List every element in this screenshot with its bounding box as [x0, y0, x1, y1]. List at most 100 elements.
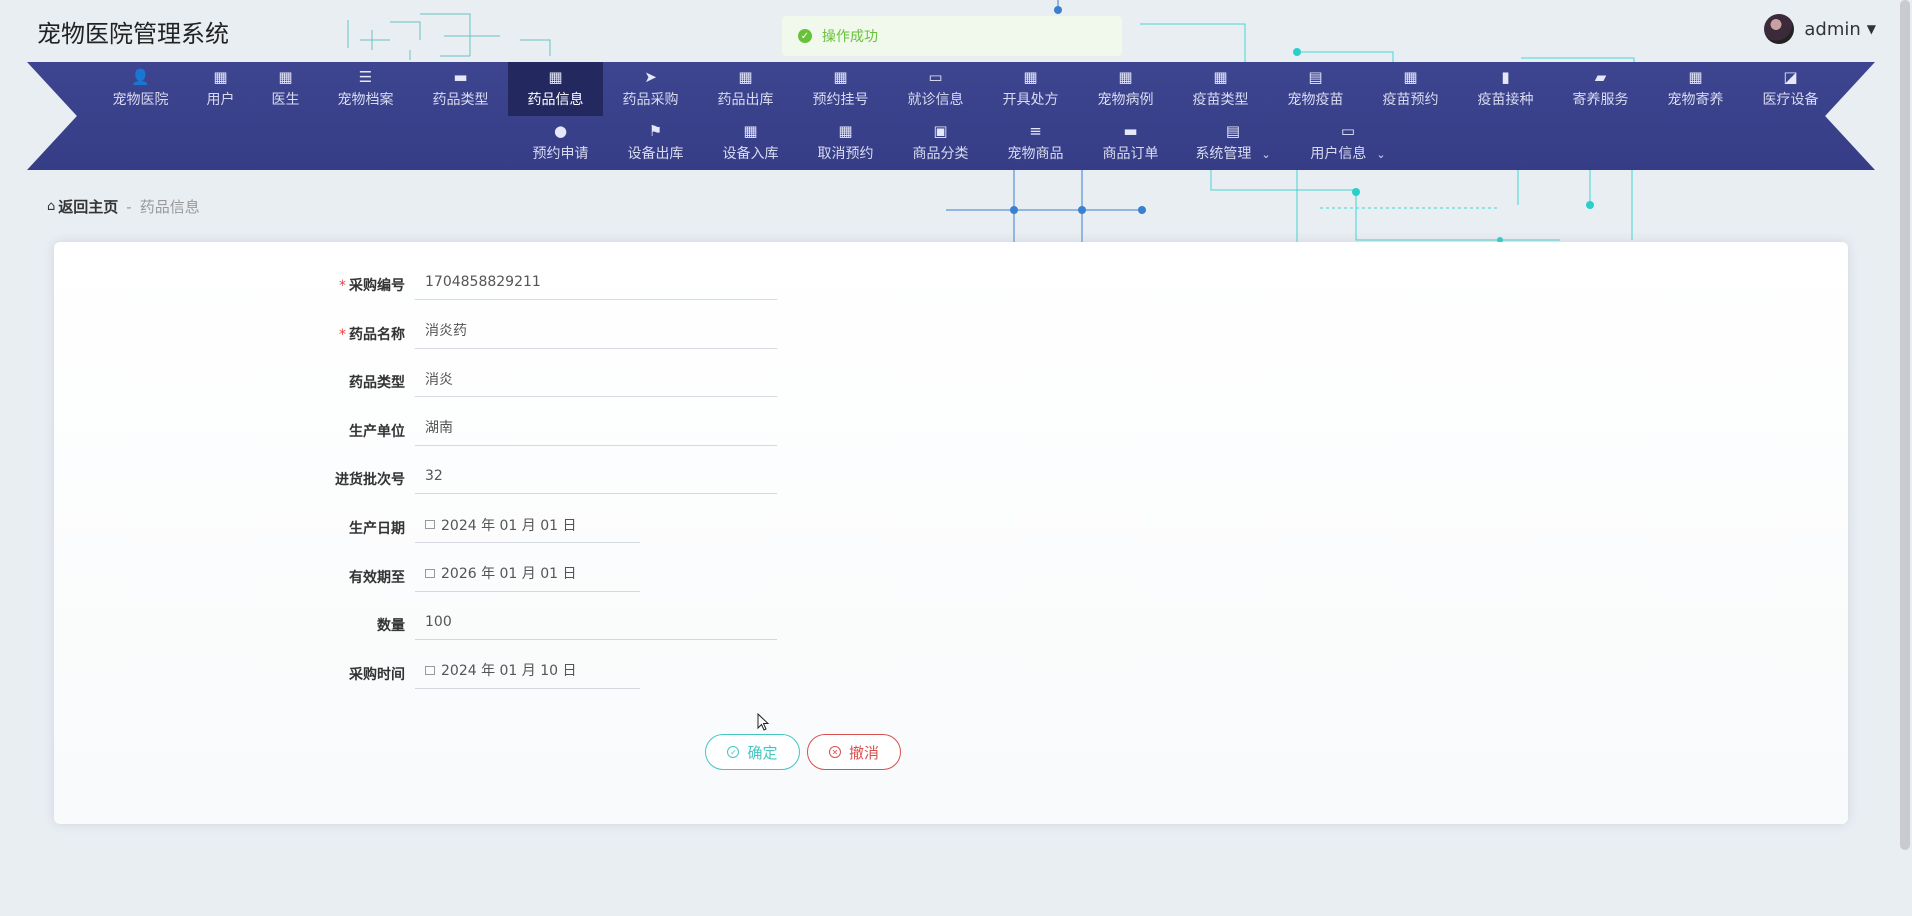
field-label-text: 采购时间 [349, 666, 405, 683]
required-mark: * [339, 278, 346, 294]
nav-item-label: 疫苗类型 [1192, 92, 1249, 108]
field-value: 消炎 [425, 371, 453, 388]
nav-item[interactable]: ⚑ 设备出库 [608, 116, 703, 170]
nav-item[interactable]: ▦ 药品信息 [508, 62, 603, 116]
field-label-text: 药品名称 [349, 326, 405, 343]
text-field[interactable]: 1704858829211 [415, 264, 777, 300]
nav-item[interactable]: ☰ 宠物档案 [318, 62, 413, 116]
nav-item[interactable]: ▣ 商品分类 [893, 116, 988, 170]
user-menu[interactable]: admin ▼ [1764, 14, 1876, 44]
username[interactable]: admin [1804, 19, 1860, 40]
nav-item[interactable]: ▤ 系统管理 ⌄ [1178, 116, 1288, 170]
nav-item[interactable]: ◪ 医疗设备 [1743, 62, 1838, 116]
check-circle-icon: ✓ [798, 29, 812, 43]
nav-item-label: 预约挂号 [812, 92, 869, 108]
text-field[interactable]: 湖南 [415, 410, 777, 446]
nav-item[interactable]: ▬ 商品订单 [1083, 116, 1178, 170]
form-row: 进货批次号 32 [54, 458, 1054, 498]
grid-icon: ▦ [278, 68, 293, 86]
flag-icon: ⚑ [648, 122, 663, 140]
toast-message: 操作成功 [822, 29, 878, 45]
field-label: 有效期至 [185, 567, 405, 587]
nav-item[interactable]: ▦ 开具处方 [983, 62, 1078, 116]
nav-item[interactable]: ▭ 用户信息 ⌄ [1288, 116, 1408, 170]
field-label-text: 生产单位 [349, 423, 405, 440]
nav-item[interactable]: ▦ 取消预约 [798, 116, 893, 170]
nav-item[interactable]: ➤ 药品采购 [603, 62, 698, 116]
clipboard-x-icon: ▣ [933, 122, 948, 140]
success-toast: ✓ 操作成功 [782, 16, 1122, 56]
confirm-button[interactable]: ✓ 确定 [705, 734, 800, 770]
date-picker[interactable]: 2024 年 01 月 01 日 [415, 507, 640, 543]
nav-item[interactable]: ▦ 宠物寄养 [1648, 62, 1743, 116]
nav-item[interactable]: ▦ 医生 [253, 62, 318, 116]
nav-item-label: 疫苗预约 [1382, 92, 1439, 108]
nav-item-label: 系统管理 [1195, 146, 1252, 162]
nav-item-label: 疫苗接种 [1477, 92, 1534, 108]
text-field[interactable]: 消炎药 [415, 313, 777, 349]
nav-item[interactable]: ● 预约申请 [513, 116, 608, 170]
form-row: 药品类型 消炎 [54, 361, 1054, 401]
chevron-down-icon[interactable]: ⌄ [1376, 148, 1385, 161]
breadcrumb-separator: - [126, 197, 132, 216]
page-scrollbar[interactable] [1900, 0, 1910, 850]
form-row: 生产日期 2024 年 01 月 01 日 [54, 507, 1054, 547]
monitor-icon: ▬ [453, 68, 468, 86]
text-field[interactable]: 100 [415, 604, 777, 641]
field-label-text: 有效期至 [349, 569, 405, 586]
caret-down-icon[interactable]: ▼ [1867, 22, 1876, 36]
cancel-button[interactable]: ✕ 撤消 [807, 734, 901, 770]
required-mark: * [339, 326, 346, 343]
nav-item[interactable]: ▰ 寄养服务 [1553, 62, 1648, 116]
chevron-down-icon[interactable]: ⌄ [1261, 148, 1270, 161]
field-value: 消炎药 [425, 323, 467, 340]
grid-icon: ▦ [1213, 68, 1228, 86]
app-title: 宠物医院管理系统 [37, 20, 229, 48]
grid-icon: ▦ [213, 68, 228, 86]
nav-item[interactable]: ▮ 疫苗接种 [1458, 62, 1553, 116]
form-row: 生产单位 湖南 [54, 410, 1054, 450]
field-value: 2024 年 01 月 10 日 [441, 663, 577, 680]
field-label: 采购时间 [185, 664, 405, 684]
wallet-icon: ▰ [1594, 68, 1607, 86]
nav-item-label: 就诊信息 [907, 92, 964, 108]
field-label: 生产单位 [185, 421, 405, 441]
date-picker[interactable]: 2024 年 01 月 10 日 [415, 653, 640, 689]
nav-item[interactable]: ▦ 宠物病例 [1078, 62, 1173, 116]
nav-item[interactable]: ▤ 宠物疫苗 [1268, 62, 1363, 116]
breadcrumb-home[interactable]: 返回主页 [58, 196, 118, 217]
grid-icon: ▦ [738, 68, 753, 86]
grid-icon: ▦ [743, 122, 758, 140]
nav-item[interactable]: 👤 宠物医院 [93, 62, 188, 116]
nav-item-label: 医生 [271, 92, 300, 108]
avatar[interactable] [1764, 14, 1795, 44]
grid-icon: ▦ [833, 68, 848, 86]
nav-item[interactable]: ▭ 就诊信息 [888, 62, 983, 116]
nav-item[interactable]: ▦ 预约挂号 [793, 62, 888, 116]
field-label: 数量 [185, 615, 405, 635]
clipboard-icon: ▤ [1308, 68, 1323, 86]
date-picker[interactable]: 2026 年 01 月 01 日 [415, 556, 640, 592]
nav-item[interactable]: ▦ 药品出库 [698, 62, 793, 116]
field-label: 药品类型 [185, 372, 405, 392]
nav-item[interactable]: ▬ 药品类型 [413, 62, 508, 116]
calendar-icon [425, 665, 435, 675]
text-field[interactable]: 消炎 [415, 361, 777, 398]
clipboard-check-icon: ▤ [1225, 122, 1241, 140]
nav-item-label: 宠物档案 [337, 92, 394, 108]
nav-item-label: 药品信息 [527, 92, 584, 108]
text-field[interactable]: 32 [415, 458, 777, 495]
form-card: * 采购编号 1704858829211 * 药品名称 消炎药 药品类型 消炎 生产单位 湖南 进货… [54, 242, 1848, 824]
nav-item[interactable]: ▦ 设备入库 [703, 116, 798, 170]
grid-icon: ▦ [1688, 68, 1703, 86]
card-icon: ▭ [1340, 122, 1356, 140]
form-row: 数量 100 [54, 604, 1054, 644]
nav-item-label: 设备出库 [627, 146, 684, 162]
nav-item[interactable]: ≡ 宠物商品 [988, 116, 1083, 170]
nav-item-label: 宠物医院 [112, 92, 169, 108]
nav-item[interactable]: ▦ 用户 [188, 62, 253, 116]
home-icon[interactable]: ⌂ [47, 199, 55, 214]
nav-item[interactable]: ▦ 疫苗类型 [1173, 62, 1268, 116]
nav-item-label: 设备入库 [722, 146, 779, 162]
nav-item[interactable]: ▦ 疫苗预约 [1363, 62, 1458, 116]
